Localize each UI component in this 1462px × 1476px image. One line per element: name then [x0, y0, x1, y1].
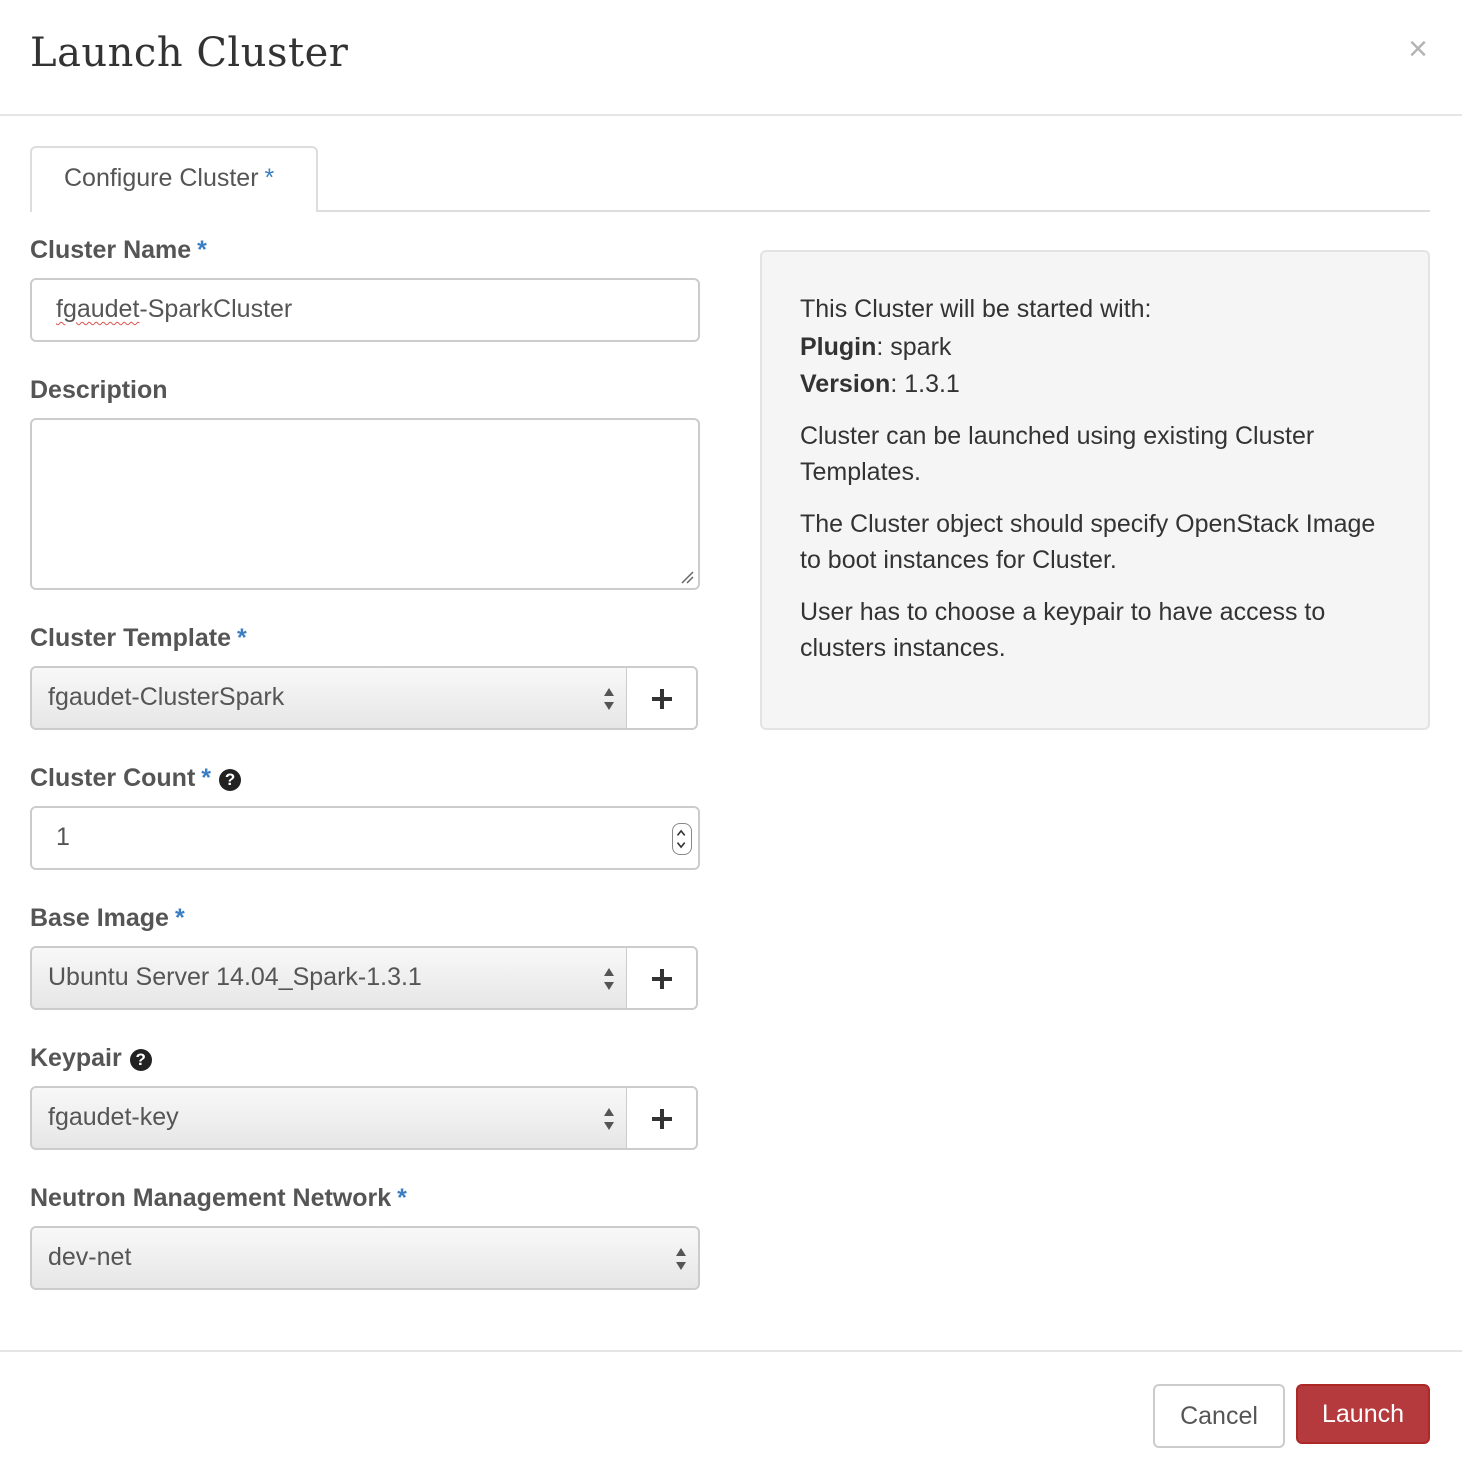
info-paragraph-keypair: User has to choose a keypair to have acc… — [800, 598, 1326, 662]
info-version: Version: 1.3.1 — [800, 366, 1390, 402]
cluster-name-label: Cluster Name * — [30, 236, 207, 265]
cluster-count-label: Cluster Count *? — [30, 764, 242, 793]
select-arrows-icon — [676, 1248, 686, 1270]
resize-grip-icon[interactable] — [680, 570, 694, 584]
modal-header: Launch Cluster × — [0, 0, 1462, 116]
base-image-selected: Ubuntu Server 14.04_Spark-1.3.1 — [48, 963, 422, 991]
cluster-name-input[interactable]: fgaudet-SparkCluster — [30, 278, 700, 342]
add-keypair-button[interactable] — [626, 1086, 698, 1150]
cluster-name-label-text: Cluster Name — [30, 236, 192, 264]
cluster-name-value: -SparkCluster — [139, 295, 293, 323]
info-plugin: Plugin: spark — [800, 328, 1390, 366]
cluster-template-select[interactable]: fgaudet-ClusterSpark — [30, 666, 628, 730]
cluster-count-label-text: Cluster Count — [30, 764, 196, 792]
cluster-template-selected: fgaudet-ClusterSpark — [48, 683, 285, 711]
cluster-name-value-misspelled: fgaudet — [56, 295, 140, 323]
select-arrows-icon — [604, 1108, 614, 1130]
base-image-select[interactable]: Ubuntu Server 14.04_Spark-1.3.1 — [30, 946, 628, 1010]
launch-button[interactable]: Launch — [1296, 1384, 1430, 1444]
add-cluster-template-button[interactable] — [626, 666, 698, 730]
plus-icon — [652, 969, 672, 989]
cluster-count-value: 1 — [56, 823, 70, 851]
base-image-label-text: Base Image — [30, 904, 169, 932]
neutron-network-select[interactable]: dev-net — [30, 1226, 700, 1290]
info-version-label: Version — [800, 370, 891, 398]
neutron-network-selected: dev-net — [48, 1243, 132, 1271]
plus-icon — [652, 1109, 672, 1129]
modal-title: Launch Cluster — [30, 30, 349, 76]
base-image-label: Base Image * — [30, 904, 185, 933]
select-arrows-icon — [604, 688, 614, 710]
required-mark: * — [264, 164, 275, 192]
keypair-label-text: Keypair — [30, 1044, 122, 1072]
help-icon[interactable]: ? — [129, 1049, 152, 1071]
launch-cluster-dialog: Launch Cluster × Configure Cluster * Clus… — [0, 0, 1462, 1476]
cluster-template-label-text: Cluster Template — [30, 624, 231, 652]
neutron-network-label-text: Neutron Management Network — [30, 1184, 392, 1212]
keypair-selected: fgaudet-key — [48, 1103, 179, 1131]
info-paragraph-templates: Cluster can be launched using existing C… — [800, 422, 1315, 486]
description-textarea[interactable] — [30, 418, 700, 590]
cluster-template-label: Cluster Template * — [30, 624, 247, 653]
stepper-arrows — [676, 829, 686, 849]
cancel-button[interactable]: Cancel — [1153, 1384, 1285, 1448]
info-intro: This Cluster will be started with: — [800, 295, 1152, 323]
required-mark: * — [201, 764, 212, 792]
description-label: Description — [30, 376, 168, 404]
info-version-value: : 1.3.1 — [890, 370, 960, 398]
required-mark: * — [397, 1184, 407, 1212]
info-plugin-value: : spark — [876, 333, 952, 361]
required-mark: * — [197, 236, 207, 264]
keypair-label: Keypair? — [30, 1044, 152, 1073]
tab-label: Configure Cluster — [64, 164, 259, 192]
info-plugin-label: Plugin — [800, 333, 877, 361]
number-stepper-icon[interactable] — [672, 823, 692, 855]
modal-footer: Cancel Launch — [0, 1350, 1462, 1476]
required-mark: * — [174, 904, 185, 932]
close-icon[interactable]: × — [1404, 32, 1432, 66]
add-base-image-button[interactable] — [626, 946, 698, 1010]
required-mark: * — [236, 624, 247, 652]
info-paragraph-image: The Cluster object should specify OpenSt… — [800, 510, 1376, 574]
info-panel: This Cluster will be started with: Plugi… — [760, 250, 1430, 730]
neutron-network-label: Neutron Management Network * — [30, 1184, 407, 1213]
keypair-select[interactable]: fgaudet-key — [30, 1086, 628, 1150]
help-icon[interactable]: ? — [219, 769, 242, 791]
tab-configure-cluster[interactable]: Configure Cluster * — [30, 146, 318, 212]
select-arrows-icon — [604, 968, 614, 990]
plus-icon — [652, 689, 672, 709]
cluster-count-input[interactable]: 1 — [30, 806, 700, 870]
